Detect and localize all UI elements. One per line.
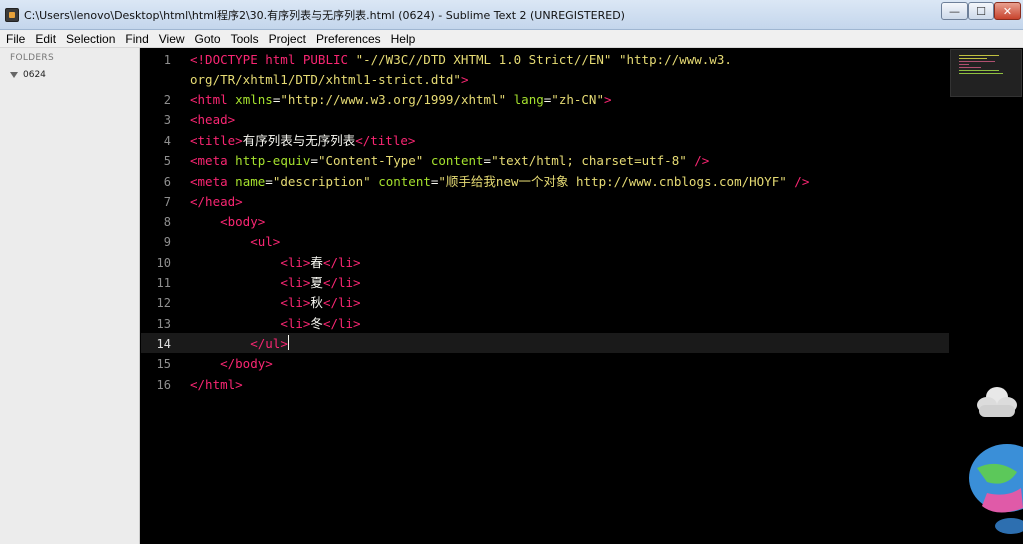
line-number: 16	[156, 378, 171, 392]
text-caret	[287, 335, 289, 350]
code-editor[interactable]: 1 2 3 4 5 6 7 8 9 10 11 12 13 14 15 16 <…	[141, 48, 949, 544]
line-number: 15	[156, 357, 171, 371]
globe-icon	[969, 444, 1023, 534]
line-number: 5	[163, 154, 171, 168]
close-button[interactable]: ✕	[994, 2, 1021, 20]
folders-header: FOLDERS	[10, 53, 54, 63]
code-line: <ul>	[250, 234, 281, 249]
code-line: <li>春</li>	[280, 255, 361, 270]
minimap[interactable]	[950, 49, 1022, 97]
window-titlebar: C:\Users\lenovo\Desktop\html\html程序2\30.…	[0, 0, 1023, 30]
line-number: 4	[163, 134, 171, 148]
menu-tools[interactable]: Tools	[227, 30, 263, 48]
code-line: </html>	[190, 377, 243, 392]
menu-bar: File Edit Selection Find View Goto Tools…	[0, 30, 1023, 48]
code-line: org/TR/xhtml1/DTD/xhtml1-strict.dtd">	[190, 72, 469, 87]
line-number: 13	[156, 317, 171, 331]
code-line: <title>有序列表与无序列表</title>	[190, 133, 416, 148]
menu-help[interactable]: Help	[387, 30, 420, 48]
minimize-button[interactable]: —	[941, 2, 968, 20]
folder-name: 0624	[23, 70, 46, 80]
menu-goto[interactable]: Goto	[191, 30, 225, 48]
line-gutter: 1 2 3 4 5 6 7 8 9 10 11 12 13 14 15 16	[141, 48, 185, 544]
window-title: C:\Users\lenovo\Desktop\html\html程序2\30.…	[24, 9, 625, 22]
line-number: 6	[163, 175, 171, 189]
code-line: <li>秋</li>	[280, 295, 361, 310]
code-line: <li>冬</li>	[280, 316, 361, 331]
menu-project[interactable]: Project	[265, 30, 310, 48]
menu-preferences[interactable]: Preferences	[312, 30, 385, 48]
code-line: <meta name="description" content="顺手给我ne…	[190, 174, 810, 189]
line-number: 2	[163, 93, 171, 107]
minimap-panel	[949, 48, 1023, 544]
folder-item[interactable]: 0624	[10, 70, 46, 80]
line-number: 7	[163, 195, 171, 209]
code-line: <li>夏</li>	[280, 275, 361, 290]
menu-view[interactable]: View	[155, 30, 189, 48]
menu-selection[interactable]: Selection	[62, 30, 119, 48]
sidebar: FOLDERS 0624	[0, 48, 140, 544]
line-number: 10	[156, 256, 171, 270]
maximize-button[interactable]: ☐	[968, 2, 994, 20]
code-line: <body>	[220, 214, 266, 229]
line-number: 11	[156, 276, 171, 290]
code-line: <html xmlns="http://www.w3.org/1999/xhtm…	[190, 92, 612, 107]
line-number	[131, 70, 171, 90]
menu-edit[interactable]: Edit	[31, 30, 60, 48]
line-number-current: 14	[156, 337, 171, 351]
menu-file[interactable]: File	[2, 30, 29, 48]
line-number: 12	[156, 296, 171, 310]
code-line-current: </ul>	[250, 335, 289, 351]
code-line: <!DOCTYPE html PUBLIC "-//W3C//DTD XHTML…	[190, 52, 732, 67]
code-line: </head>	[190, 194, 243, 209]
folder-expand-icon[interactable]	[10, 72, 18, 78]
line-number: 8	[163, 215, 171, 229]
line-number: 9	[163, 235, 171, 249]
line-number: 1	[163, 53, 171, 67]
menu-find[interactable]: Find	[121, 30, 152, 48]
code-line: <head>	[190, 112, 236, 127]
line-number: 3	[163, 113, 171, 127]
cloud-icon	[977, 387, 1017, 417]
code-line: <meta http-equiv="Content-Type" content=…	[190, 153, 710, 168]
app-icon	[5, 8, 19, 22]
code-line: </body>	[220, 356, 273, 371]
